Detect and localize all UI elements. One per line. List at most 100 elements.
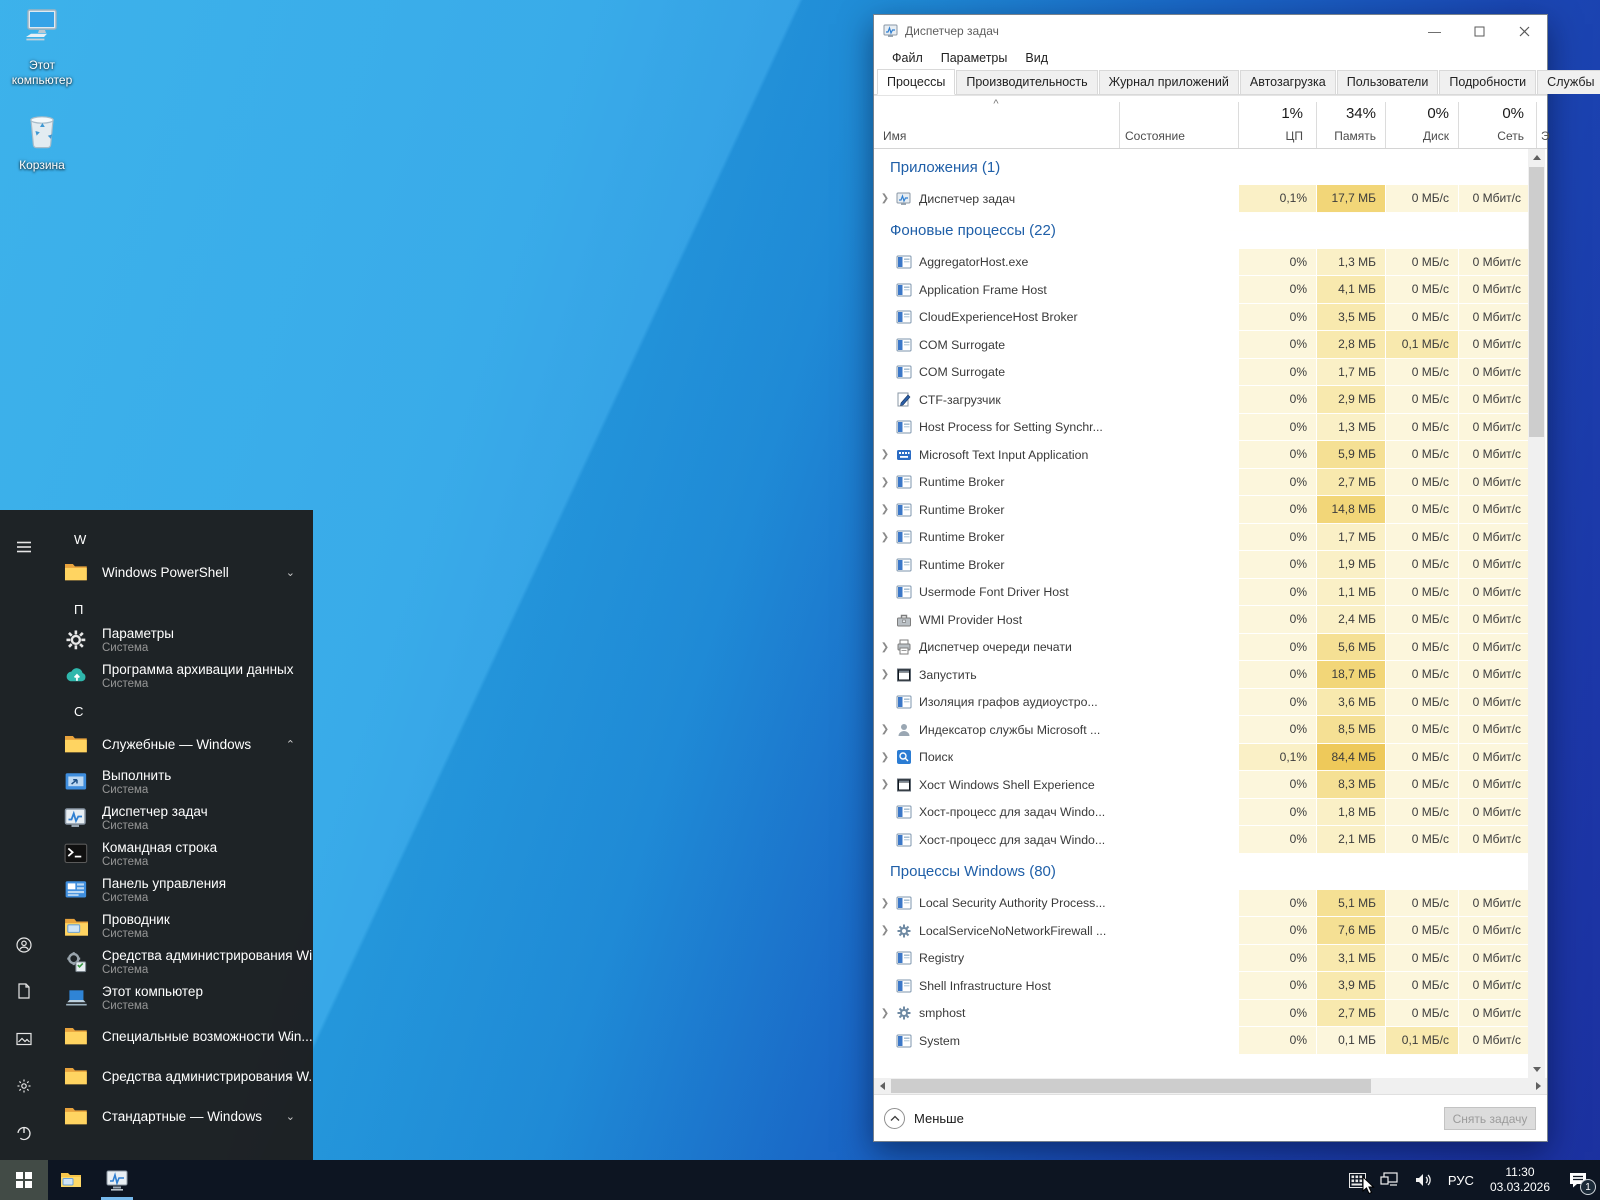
vertical-scrollbar[interactable] [1528, 149, 1545, 1078]
process-group-header[interactable]: Процессы Windows (80) [874, 854, 1530, 890]
rail-user-icon[interactable] [0, 922, 48, 968]
process-row[interactable]: ❯Поиск0,1%84,4 МБ0 МБ/с0 Мбит/с [874, 744, 1530, 772]
process-row[interactable]: ❯Диспетчер очереди печати0%5,6 МБ0 МБ/с0… [874, 634, 1530, 662]
expand-chevron-icon[interactable]: ❯ [874, 890, 896, 917]
taskbar-task-manager-button[interactable] [94, 1160, 140, 1200]
process-row[interactable]: Runtime Broker0%1,9 МБ0 МБ/с0 Мбит/с [874, 551, 1530, 579]
column-header-cpu[interactable]: ЦП [1238, 129, 1303, 143]
section-letter[interactable]: П [62, 596, 313, 622]
scroll-down-icon[interactable] [1528, 1061, 1545, 1078]
start-folder-item[interactable]: Специальные возможности Win...⌄ [62, 1016, 313, 1056]
expand-chevron-icon[interactable]: ❯ [874, 524, 896, 551]
scroll-right-icon[interactable] [1530, 1078, 1547, 1094]
process-row[interactable]: ❯Runtime Broker0%1,7 МБ0 МБ/с0 Мбит/с [874, 524, 1530, 552]
process-group-header[interactable]: Фоновые процессы (22) [874, 213, 1530, 249]
menu-item[interactable]: Вид [1016, 49, 1057, 67]
expand-chevron-icon[interactable]: ❯ [874, 744, 896, 771]
section-letter[interactable]: С [62, 698, 313, 724]
start-app-item[interactable]: ВыполнитьСистема [62, 764, 313, 800]
column-header-disk[interactable]: Диск [1385, 129, 1449, 143]
desktop-icon[interactable]: Этот компьютер [4, 6, 80, 88]
expand-chevron-icon[interactable]: ❯ [874, 771, 896, 798]
process-row[interactable]: COM Surrogate0%1,7 МБ0 МБ/с0 Мбит/с [874, 359, 1530, 387]
tab-inactive[interactable]: Подробности [1439, 70, 1536, 94]
start-app-item[interactable]: Командная строкаСистема [62, 836, 313, 872]
column-header-memory[interactable]: Память [1316, 129, 1376, 143]
taskbar-file-explorer-button[interactable] [48, 1160, 94, 1200]
tab-inactive[interactable]: Пользователи [1337, 70, 1439, 94]
process-row[interactable]: ❯Microsoft Text Input Application0%5,9 М… [874, 441, 1530, 469]
rail-document-icon[interactable] [0, 968, 48, 1014]
process-row[interactable]: Изоляция графов аудиоустро...0%3,6 МБ0 М… [874, 689, 1530, 717]
process-row[interactable]: Хост-процесс для задач Windo...0%1,8 МБ0… [874, 799, 1530, 827]
process-row[interactable]: CTF-загрузчик0%2,9 МБ0 МБ/с0 Мбит/с [874, 386, 1530, 414]
action-center-button[interactable]: 1 [1558, 1160, 1598, 1200]
desktop-icon[interactable]: Корзина [4, 106, 80, 173]
start-app-item[interactable]: Программа архивации данныхСистема [62, 658, 313, 694]
tab-inactive[interactable]: Службы [1537, 70, 1600, 94]
start-folder-item[interactable]: Средства администрирования W...⌄ [62, 1056, 313, 1096]
process-row[interactable]: ❯Диспетчер задач0,1%17,7 МБ0 МБ/с0 Мбит/… [874, 185, 1530, 213]
column-header-partial[interactable]: Э [1541, 129, 1550, 143]
process-row[interactable]: Application Frame Host0%4,1 МБ0 МБ/с0 Мб… [874, 276, 1530, 304]
process-group-header[interactable]: Приложения (1) [874, 149, 1530, 185]
expand-chevron-icon[interactable]: ❯ [874, 185, 896, 212]
rail-power-icon[interactable] [0, 1110, 48, 1156]
process-row[interactable]: ❯Runtime Broker0%14,8 МБ0 МБ/с0 Мбит/с [874, 496, 1530, 524]
process-row[interactable]: COM Surrogate0%2,8 МБ0,1 МБ/с0 Мбит/с [874, 331, 1530, 359]
rail-settings-icon[interactable] [0, 1063, 48, 1109]
end-task-button[interactable]: Снять задачу [1444, 1107, 1536, 1130]
start-app-item[interactable]: ПроводникСистема [62, 908, 313, 944]
process-row[interactable]: Registry0%3,1 МБ0 МБ/с0 Мбит/с [874, 945, 1530, 973]
clock[interactable]: 11:30 03.03.2026 [1490, 1165, 1550, 1195]
process-row[interactable]: ❯Runtime Broker0%2,7 МБ0 МБ/с0 Мбит/с [874, 469, 1530, 497]
expand-chevron-icon[interactable]: ❯ [874, 441, 896, 468]
column-header-network[interactable]: Сеть [1458, 129, 1524, 143]
process-row[interactable]: ❯Запустить0%18,7 МБ0 МБ/с0 Мбит/с [874, 661, 1530, 689]
column-header-status[interactable]: Состояние [1125, 129, 1185, 143]
start-app-item[interactable]: Диспетчер задачСистема [62, 800, 313, 836]
process-row[interactable]: WMI Provider Host0%2,4 МБ0 МБ/с0 Мбит/с [874, 606, 1530, 634]
start-folder-item[interactable]: Windows PowerShell⌄ [62, 552, 313, 592]
tab-inactive[interactable]: Журнал приложений [1099, 70, 1239, 94]
volume-icon[interactable] [1414, 1172, 1433, 1188]
tab-active[interactable]: Процессы [877, 69, 955, 95]
process-row[interactable]: ❯Индексатор службы Microsoft ...0%8,5 МБ… [874, 716, 1530, 744]
vertical-scroll-thumb[interactable] [1529, 167, 1544, 437]
rail-menu-icon[interactable] [0, 524, 48, 570]
start-folder-item[interactable]: Стандартные — Windows⌄ [62, 1096, 313, 1136]
menu-item[interactable]: Файл [883, 49, 932, 67]
menu-item[interactable]: Параметры [932, 49, 1017, 67]
expand-chevron-icon[interactable]: ❯ [874, 469, 896, 496]
close-button[interactable] [1502, 15, 1547, 47]
process-row[interactable]: Shell Infrastructure Host0%3,9 МБ0 МБ/с0… [874, 972, 1530, 1000]
expand-chevron-icon[interactable]: ❯ [874, 716, 896, 743]
start-button[interactable] [0, 1160, 48, 1200]
tab-inactive[interactable]: Производительность [956, 70, 1097, 94]
process-row[interactable]: CloudExperienceHost Broker0%3,5 МБ0 МБ/с… [874, 304, 1530, 332]
horizontal-scrollbar[interactable] [874, 1078, 1547, 1094]
process-row[interactable]: ❯smphost0%2,7 МБ0 МБ/с0 Мбит/с [874, 1000, 1530, 1028]
expand-chevron-icon[interactable]: ❯ [874, 634, 896, 661]
section-letter[interactable]: W [62, 526, 313, 552]
start-app-item[interactable]: Этот компьютерСистема [62, 980, 313, 1016]
expand-chevron-icon[interactable]: ❯ [874, 1000, 896, 1027]
start-folder-item[interactable]: Служебные — Windows⌃ [62, 724, 313, 764]
process-row[interactable]: Usermode Font Driver Host0%1,1 МБ0 МБ/с0… [874, 579, 1530, 607]
start-app-item[interactable]: Средства администрирования Win...Система [62, 944, 313, 980]
network-icon[interactable] [1380, 1172, 1400, 1188]
horizontal-scroll-thumb[interactable] [891, 1079, 1371, 1093]
process-row[interactable]: Хост-процесс для задач Windo...0%2,1 МБ0… [874, 826, 1530, 854]
process-row[interactable]: AggregatorHost.exe0%1,3 МБ0 МБ/с0 Мбит/с [874, 249, 1530, 277]
expand-chevron-icon[interactable]: ❯ [874, 496, 896, 523]
maximize-button[interactable] [1457, 15, 1502, 47]
expand-chevron-icon[interactable]: ❯ [874, 661, 896, 688]
expand-chevron-icon[interactable]: ❯ [874, 917, 896, 944]
process-row[interactable]: Host Process for Setting Synchr...0%1,3 … [874, 414, 1530, 442]
minimize-button[interactable]: — [1412, 15, 1457, 47]
rail-pictures-icon[interactable] [0, 1016, 48, 1062]
language-indicator[interactable]: РУС [1448, 1173, 1474, 1188]
fewer-details-button[interactable]: Меньше [884, 1108, 964, 1129]
scroll-left-icon[interactable] [874, 1078, 891, 1094]
start-app-item[interactable]: Панель управленияСистема [62, 872, 313, 908]
